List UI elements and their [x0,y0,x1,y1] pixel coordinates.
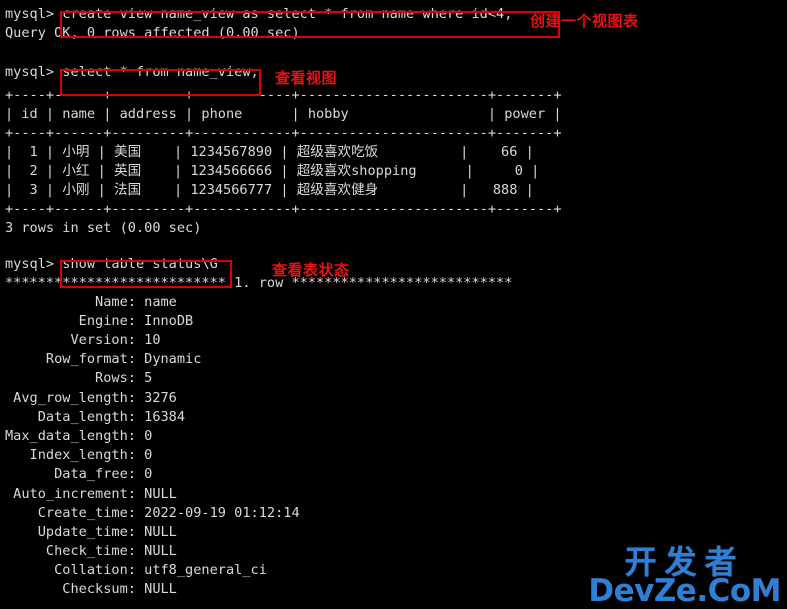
status-field-update-time: Update_time: NULL [5,524,177,540]
status-field-avg-row-length: Avg_row_length: 3276 [5,390,177,406]
status-field-row-format: Row_format: Dynamic [5,351,202,367]
terminal-window[interactable]: mysql> create view name_view as select *… [0,0,787,609]
table-row: | 3 | 小刚 | 法国 | 1234566777 | 超级喜欢健身 | 88… [5,182,534,198]
table-row: | 2 | 小红 | 英国 | 1234566666 | 超级喜欢shoppin… [5,163,540,179]
annotation-show-status: 查看表状态 [272,261,350,279]
status-field-max-data-length: Max_data_length: 0 [5,428,153,444]
terminal-line-select-view: mysql> select * from name_view; [5,64,259,80]
status-field-check-time: Check_time: NULL [5,543,177,559]
terminal-line-rows-in-set: 3 rows in set (0.00 sec) [5,220,202,236]
status-field-index-length: Index_length: 0 [5,447,153,463]
table-header-row: | id | name | address | phone | hobby | … [5,106,562,122]
status-field-create-time: Create_time: 2022-09-19 01:12:14 [5,505,300,521]
terminal-line-create-view: mysql> create view name_view as select *… [5,6,513,22]
table-border-bottom: +----+------+---------+------------+----… [5,201,562,217]
table-row: | 1 | 小明 | 美国 | 1234567890 | 超级喜欢吃饭 | 66… [5,144,534,160]
status-field-engine: Engine: InnoDB [5,313,194,329]
status-field-collation: Collation: utf8_general_ci [5,562,267,578]
status-field-auto-increment: Auto_increment: NULL [5,486,177,502]
annotation-select-view: 查看视图 [275,69,338,87]
status-field-version: Version: 10 [5,332,161,348]
status-field-checksum: Checksum: NULL [5,581,177,597]
status-field-data-free: Data_free: 0 [5,466,153,482]
status-field-data-length: Data_length: 16384 [5,409,186,425]
watermark-latin: DevZe.CoM [588,573,781,609]
terminal-line-show-table-status: mysql> show table status\G [5,256,218,272]
table-border-top: +----+------+---------+------------+----… [5,87,562,103]
row-separator-line: *************************** 1. row *****… [5,275,513,291]
status-field-name: Name: name [5,294,177,310]
terminal-line-query-ok: Query OK, 0 rows affected (0.00 sec) [5,25,300,41]
table-border-middle: +----+------+---------+------------+----… [5,125,562,141]
annotation-create-view: 创建一个视图表 [530,12,639,30]
status-field-rows: Rows: 5 [5,370,153,386]
watermark: 开发者 DevZe.CoM [588,546,781,607]
